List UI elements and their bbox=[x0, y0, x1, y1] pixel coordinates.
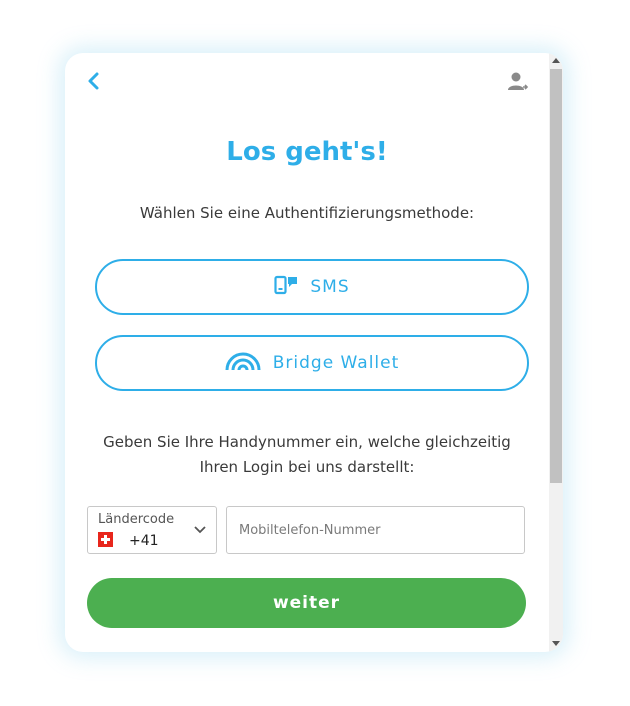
scroll-down-arrow-icon[interactable] bbox=[552, 641, 560, 646]
phone-sms-icon bbox=[274, 275, 298, 299]
chevron-down-icon bbox=[194, 526, 206, 534]
page-title: Los geht's! bbox=[226, 137, 388, 167]
country-code-value: +41 bbox=[129, 533, 159, 549]
user-login-icon bbox=[508, 72, 529, 90]
chevron-left-icon bbox=[88, 72, 99, 90]
country-code-select[interactable]: Ländercode +41 bbox=[87, 506, 217, 554]
user-login-button[interactable] bbox=[506, 70, 530, 94]
scroll-up-arrow-icon[interactable] bbox=[552, 58, 560, 63]
phone-instructions-line-2: Ihren Login bei uns darstellt: bbox=[199, 458, 415, 476]
country-code-caption: Ländercode bbox=[98, 512, 175, 527]
auth-method-prompt: Wählen Sie eine Authentifizierungsmethod… bbox=[139, 204, 475, 222]
sms-method-label: SMS bbox=[310, 277, 350, 297]
bridge-wallet-method-label: Bridge Wallet bbox=[272, 353, 400, 373]
phone-instructions: Geben Sie Ihre Handynummer ein, welche g… bbox=[65, 430, 549, 480]
continue-button[interactable]: weiter bbox=[87, 578, 526, 628]
login-card: Los geht's! Wählen Sie eine Authentifizi… bbox=[65, 53, 563, 652]
mobile-number-input[interactable] bbox=[226, 506, 525, 554]
swiss-flag-icon bbox=[98, 532, 113, 547]
back-button[interactable] bbox=[83, 68, 105, 94]
bridge-wallet-method-button[interactable]: Bridge Wallet bbox=[95, 335, 529, 391]
scrollbar[interactable] bbox=[549, 53, 563, 652]
scrollbar-thumb[interactable] bbox=[550, 69, 562, 483]
phone-instructions-line-1: Geben Sie Ihre Handynummer ein, welche g… bbox=[103, 433, 511, 451]
sms-method-button[interactable]: SMS bbox=[95, 259, 529, 315]
bridge-wallet-icon bbox=[225, 351, 261, 375]
